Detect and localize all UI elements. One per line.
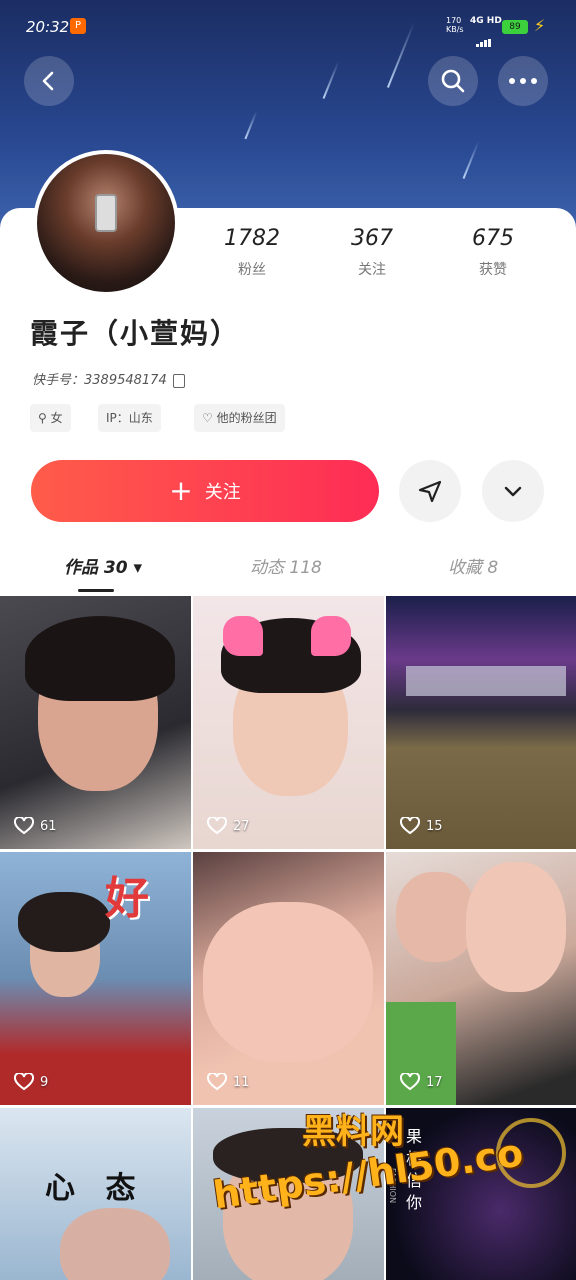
tab-moments[interactable]: 动态 118 [250,553,322,578]
like-count: 61 [14,817,57,835]
more-dots-icon [509,78,537,84]
gender-tag: ⚲ 女 [30,404,71,432]
video-thumbnail[interactable]: 61 [0,596,191,849]
status-time: 20:32 [26,18,70,36]
chevron-down-icon [504,486,522,497]
video-thumbnail[interactable]: 27 [193,596,384,849]
status-bar: 20:32 P 170 KB/s 4G HD 89 ⚡ [0,14,576,47]
app-notification-icon: P [70,18,86,34]
stat-likes-value: 675 [472,226,514,251]
battery-icon: 89 [502,20,528,34]
watermark-line1: 黑料网 [302,1112,404,1152]
more-button[interactable] [498,56,548,106]
profile-name: 霞子（小萱妈） [30,317,241,350]
stat-fans[interactable]: 1782 粉丝 [202,226,302,279]
stat-likes[interactable]: 675 获赞 [443,226,543,279]
back-button[interactable] [24,56,74,106]
net-speed: 170 KB/s [446,16,464,34]
stat-fans-value: 1782 [224,226,280,251]
content-tabs: 作品 30 ▾ 动态 118 收藏 8 [0,545,576,595]
stat-following-label: 关注 [358,262,386,278]
heart-icon [400,817,420,835]
follow-label: 关注 [204,482,241,503]
like-count: 11 [207,1073,250,1091]
tab-favorites[interactable]: 收藏 8 [448,553,498,578]
like-count: 27 [207,817,250,835]
network-type: 4G HD [470,16,502,26]
plus-icon: + [169,474,193,507]
video-thumbnail[interactable]: 17 [386,852,576,1105]
tab-indicator [78,589,114,592]
heart-icon [400,1073,420,1091]
kuaishou-id-label: 快手号： [32,373,85,388]
video-thumbnail[interactable]: 果 相信你 FASHION [386,1108,576,1280]
heart-outline-icon: ♡ [202,411,213,425]
stat-fans-label: 粉丝 [238,262,266,278]
heart-icon [207,817,227,835]
heart-icon [14,817,34,835]
video-overlay-text: 心 态 [45,1171,146,1206]
like-count: 17 [400,1073,443,1091]
avatar[interactable] [33,150,179,296]
back-arrow-icon [42,71,54,91]
female-icon: ⚲ [38,411,47,425]
search-icon [441,69,465,93]
like-count: 9 [14,1073,48,1091]
like-count: 15 [400,817,443,835]
video-overlay-text: 好 [105,873,149,924]
charging-icon: ⚡ [534,16,546,35]
kuaishou-id[interactable]: 快手号：3389548174 [32,369,185,388]
video-thumbnail[interactable]: 好 9 [0,852,191,1105]
stat-following[interactable]: 367 关注 [322,226,422,279]
ip-location-tag: IP：山东 [98,404,161,432]
video-thumbnail[interactable]: 15 [386,596,576,849]
search-button[interactable] [428,56,478,106]
share-button[interactable] [399,460,461,522]
heart-icon [14,1073,34,1091]
kuaishou-id-value: 3389548174 [84,373,167,388]
fan-club-tag[interactable]: ♡ 他的粉丝团 [194,404,285,432]
stat-likes-label: 获赞 [479,262,507,278]
video-thumbnail[interactable]: 11 [193,852,384,1105]
more-actions-button[interactable] [482,460,544,522]
signal-icon [476,28,496,47]
tab-works[interactable]: 作品 30 ▾ [64,553,142,578]
heart-icon [207,1073,227,1091]
send-icon [418,480,442,503]
copy-icon[interactable] [172,373,185,388]
stat-following-value: 367 [351,226,393,251]
video-thumbnail[interactable]: 心 态 [0,1108,191,1280]
follow-button[interactable]: + 关注 [31,460,379,522]
